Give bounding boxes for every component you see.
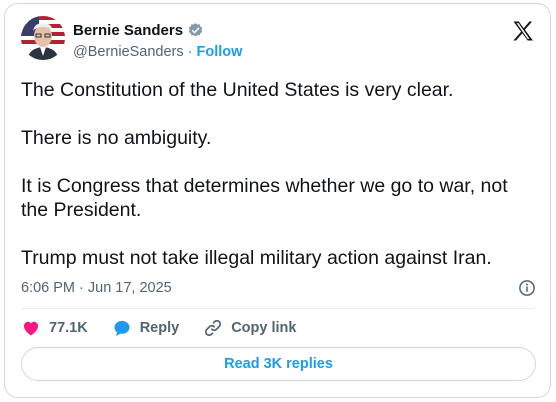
author-handle[interactable]: @BernieSanders [73,44,184,60]
tweet-card: Bernie Sanders @BernieSanders · Follow T… [4,3,551,398]
like-button[interactable]: 77.1K [21,318,88,338]
copy-link-button[interactable]: Copy link [203,318,296,338]
tweet-paragraph: Trump must not take illegal military act… [21,247,492,269]
info-icon[interactable] [518,279,536,297]
follow-button[interactable]: Follow [196,44,242,60]
reply-label: Reply [139,320,180,336]
read-replies-button[interactable]: Read 3K replies [21,347,536,381]
author-name-row: Bernie Sanders [73,22,204,39]
tweet-paragraph: It is Congress that determines whether w… [21,175,508,221]
reply-button[interactable]: Reply [112,318,180,338]
copy-link-label: Copy link [231,320,297,336]
link-icon [203,318,223,338]
x-logo-icon[interactable] [511,19,535,43]
divider [21,308,534,309]
like-count: 77.1K [49,320,88,336]
avatar[interactable] [21,16,65,60]
action-bar: 77.1K Reply Copy link [21,318,320,338]
timestamp-row: 6:06 PM · Jun 17, 2025 [21,279,536,297]
separator: · [187,44,193,60]
timestamp[interactable]: 6:06 PM · Jun 17, 2025 [21,280,172,296]
heart-icon [21,318,41,338]
tweet-text: The Constitution of the United States is… [21,78,536,294]
author-name[interactable]: Bernie Sanders [73,22,183,39]
tweet-paragraph: The Constitution of the United States is… [21,79,454,101]
reply-bubble-icon [112,318,132,338]
tweet-paragraph: There is no ambiguity. [21,127,212,149]
handle-row: @BernieSanders · Follow [73,44,242,60]
verified-badge-icon [187,22,204,39]
